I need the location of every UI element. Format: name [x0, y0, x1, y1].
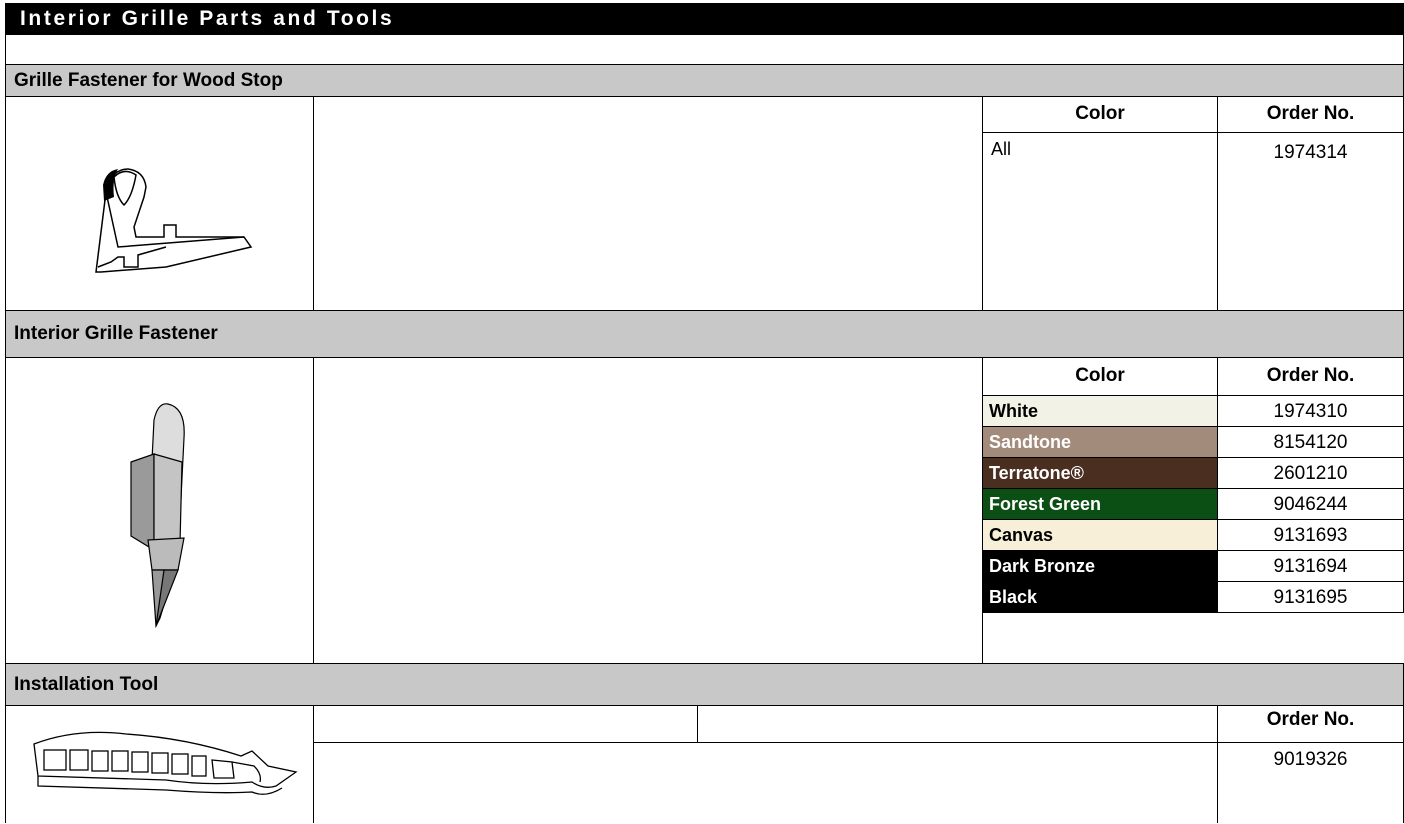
order-number-cell: 2601210 — [1217, 457, 1404, 489]
wood-stop-fastener-drawing — [95, 168, 253, 273]
installation-tool-image — [5, 705, 314, 823]
order-column-header: Order No. — [1217, 96, 1404, 133]
order-number-cell: 8154120 — [1217, 426, 1404, 458]
color-column-header: Color — [982, 96, 1218, 133]
blank-cell — [313, 705, 698, 743]
order-number-cell: 9131694 — [1217, 550, 1404, 582]
color-swatch-cell: Dark Bronze — [982, 550, 1218, 582]
description-cell — [313, 742, 1218, 823]
order-column-header: Order No. — [1217, 705, 1404, 743]
blank-cell — [697, 705, 1218, 743]
page-title: Interior Grille Parts and Tools — [5, 3, 1404, 35]
color-swatch-cell: Terratone® — [982, 457, 1218, 489]
order-number-cell: 9131693 — [1217, 519, 1404, 551]
order-number-cell: 1974314 — [1217, 132, 1404, 311]
order-number-cell: 9046244 — [1217, 488, 1404, 520]
description-cell — [313, 96, 983, 311]
color-swatch-cell: Canvas — [982, 519, 1218, 551]
order-column-header: Order No. — [1217, 357, 1404, 396]
installation-tool-drawing — [33, 731, 298, 795]
description-cell — [313, 357, 983, 664]
section-heading-installation-tool: Installation Tool — [5, 663, 1404, 706]
section-divider — [5, 35, 1404, 65]
wood-stop-fastener-image — [5, 96, 314, 311]
color-swatch-cell: White — [982, 395, 1218, 427]
interior-grille-fastener-drawing — [130, 403, 185, 629]
color-cell: All — [982, 132, 1218, 311]
color-swatch-cell: Sandtone — [982, 426, 1218, 458]
section-heading-interior-grille-fastener: Interior Grille Fastener — [5, 310, 1404, 358]
order-number-cell: 1974310 — [1217, 395, 1404, 427]
color-swatch-cell: Forest Green — [982, 488, 1218, 520]
order-number-cell: 9131695 — [1217, 581, 1404, 613]
interior-grille-fastener-image — [5, 357, 314, 664]
section-heading-grille-fastener-wood-stop: Grille Fastener for Wood Stop — [5, 64, 1404, 97]
color-column-header: Color — [982, 357, 1218, 396]
color-swatch-cell: Black — [982, 581, 1218, 613]
order-number-cell: 9019326 — [1217, 742, 1404, 823]
